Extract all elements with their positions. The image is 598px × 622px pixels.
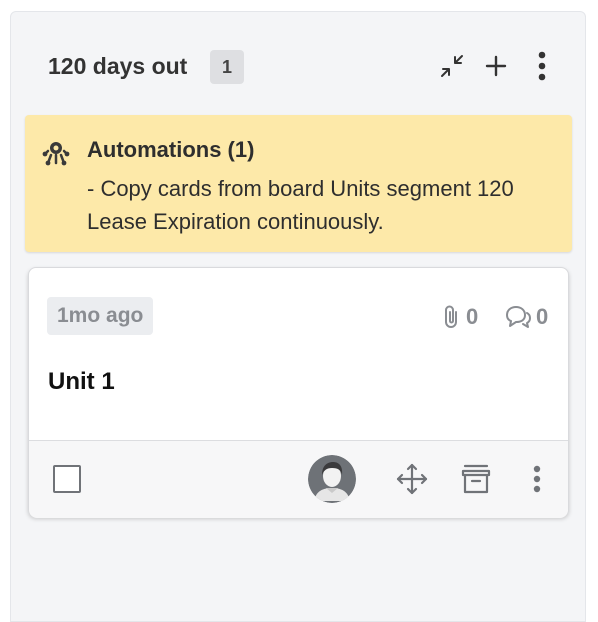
collapse-column-button[interactable] xyxy=(436,50,468,82)
plus-icon xyxy=(485,55,507,77)
automation-title: Automations (1) xyxy=(87,137,255,162)
add-card-button[interactable] xyxy=(480,50,512,82)
archive-box-icon xyxy=(461,464,491,494)
user-avatar xyxy=(308,455,356,503)
paperclip-icon xyxy=(445,305,457,328)
board-column: 120 days out 1 Automations (1) - Copy ca… xyxy=(10,11,586,622)
column-card-count-badge: 1 xyxy=(210,50,244,84)
comment-count: 0 xyxy=(536,304,549,329)
card-timestamp-badge: 1mo ago xyxy=(47,297,154,335)
move-arrows-icon xyxy=(396,463,428,495)
automation-icon xyxy=(42,142,70,166)
card-select-checkbox[interactable] xyxy=(53,465,81,493)
vertical-dots-icon xyxy=(533,465,541,493)
automation-banner[interactable]: Automations (1) - Copy cards from board … xyxy=(25,115,572,252)
column-title[interactable]: 120 days out xyxy=(48,53,187,80)
move-card-button[interactable] xyxy=(394,461,430,497)
card-menu-button[interactable] xyxy=(519,461,555,497)
card[interactable]: 1mo ago 0 0 Unit 1 xyxy=(28,267,569,518)
card-comments: 0 xyxy=(503,303,548,331)
vertical-dots-icon xyxy=(538,51,546,81)
collapse-arrows-icon xyxy=(441,55,463,77)
column-header: 120 days out 1 xyxy=(11,12,585,122)
card-footer xyxy=(29,440,568,518)
automation-description: - Copy cards from board Units segment 12… xyxy=(87,176,514,234)
attachment-count: 0 xyxy=(466,304,479,329)
archive-card-button[interactable] xyxy=(458,461,494,497)
assignee-avatar[interactable] xyxy=(308,455,356,503)
card-title[interactable]: Unit 1 xyxy=(48,368,115,396)
column-menu-button[interactable] xyxy=(526,50,558,82)
card-attachments: 0 xyxy=(441,303,478,331)
comment-bubbles-icon xyxy=(506,306,531,328)
